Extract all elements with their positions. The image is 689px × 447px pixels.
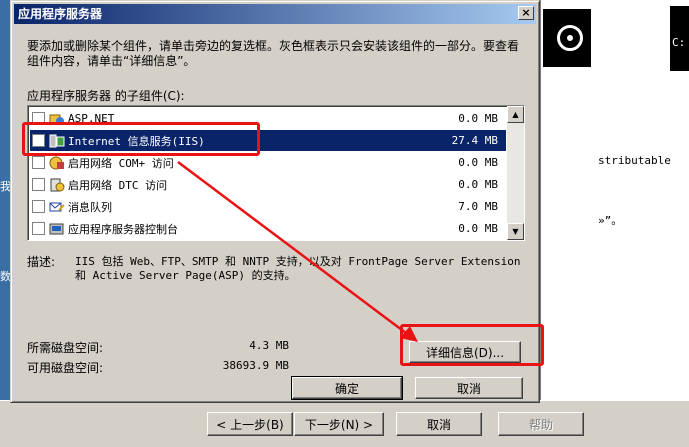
item-name: Internet 信息服务(IIS) [68, 134, 205, 148]
list-scrollbar[interactable]: ▲ ▼ [507, 106, 524, 240]
application-server-dialog: 应用程序服务器 × 要添加或删除某个组件，请单击旁边的复选框。灰色框表示只会安装… [10, 0, 540, 403]
item-name: ASP.NET [68, 112, 115, 125]
required-space-value: 4.3 MB [249, 339, 289, 352]
iis-icon [49, 134, 65, 148]
checkbox[interactable] [32, 222, 45, 235]
details-button[interactable]: 详细信息(D)... [409, 341, 521, 363]
checkbox[interactable] [32, 178, 45, 191]
required-space-row: 所需磁盘空间: 4.3 MB [27, 339, 289, 356]
list-item-dtc[interactable]: 启用网络 DTC 访问 0.0 MB [30, 174, 506, 195]
scroll-down-arrow-icon[interactable]: ▼ [507, 223, 524, 240]
instructions-text: 要添加或删除某个组件，请单击旁边的复选框。灰色框表示只会安装该组件的一部分。要查… [27, 39, 520, 68]
close-button[interactable]: × [518, 6, 534, 20]
left-char-1: 我 [0, 180, 11, 193]
item-size: 0.0 MB [458, 178, 498, 191]
dialog-titlebar: 应用程序服务器 × [14, 4, 536, 24]
next-button[interactable]: 下一步(N) > [294, 412, 384, 436]
desktop-strip: 我 数 [0, 0, 11, 447]
cd-box-icon [542, 8, 592, 68]
message-queue-icon [49, 200, 65, 214]
list-item-aspnet[interactable]: ASP.NET 0.0 MB [30, 108, 506, 129]
item-size: 0.0 MB [458, 156, 498, 169]
list-item-com-plus[interactable]: 启用网络 COM+ 访问 0.0 MB [30, 152, 506, 173]
description-label: 描述: [27, 255, 56, 269]
checkbox[interactable] [32, 134, 45, 147]
back-button[interactable]: < 上一步(B) [207, 412, 293, 436]
console-window-icon: C: [670, 6, 689, 71]
subcomponents-list[interactable]: ASP.NET 0.0 MB Internet 信息服务(IIS) 27.4 M… [27, 105, 525, 241]
subcomponents-label: 应用程序服务器 的子组件(C): [27, 89, 185, 103]
item-name: 启用网络 DTC 访问 [68, 178, 168, 192]
ok-button[interactable]: 确定 [291, 376, 403, 400]
checkbox[interactable] [32, 200, 45, 213]
background-text-line-2: »”。 [598, 214, 623, 227]
list-item-message-queue[interactable]: 消息队列 7.0 MB [30, 196, 506, 217]
item-size: 0.0 MB [458, 222, 498, 235]
item-size: 27.4 MB [451, 134, 498, 147]
console-icon [49, 222, 65, 236]
list-item-console[interactable]: 应用程序服务器控制台 0.0 MB [30, 218, 506, 239]
background-text-line-1: stributable [598, 154, 671, 167]
required-space-label: 所需磁盘空间: [27, 341, 104, 355]
com-plus-icon [49, 156, 65, 170]
dialog-title: 应用程序服务器 [18, 7, 103, 21]
available-space-label: 可用磁盘空间: [27, 361, 104, 375]
wizard-cancel-button[interactable]: 取消 [396, 412, 482, 436]
checkbox[interactable] [32, 156, 45, 169]
left-char-2: 数 [0, 270, 11, 283]
help-button[interactable]: 帮助 [498, 412, 584, 436]
dtc-icon [49, 178, 65, 192]
scroll-up-arrow-icon[interactable]: ▲ [507, 106, 524, 123]
description-text: IIS 包括 Web、FTP、SMTP 和 NNTP 支持，以及对 FrontP… [75, 255, 521, 282]
available-space-value: 38693.9 MB [222, 359, 289, 372]
item-name: 应用程序服务器控制台 [68, 222, 178, 236]
item-size: 7.0 MB [458, 200, 498, 213]
available-space-row: 可用磁盘空间: 38693.9 MB [27, 359, 289, 376]
item-name: 消息队列 [68, 200, 112, 214]
item-name: 启用网络 COM+ 访问 [68, 156, 174, 170]
cancel-button[interactable]: 取消 [415, 377, 523, 399]
aspnet-icon [49, 112, 65, 126]
item-size: 0.0 MB [458, 112, 498, 125]
checkbox[interactable] [32, 112, 45, 125]
list-item-iis[interactable]: Internet 信息服务(IIS) 27.4 MB [30, 130, 506, 151]
